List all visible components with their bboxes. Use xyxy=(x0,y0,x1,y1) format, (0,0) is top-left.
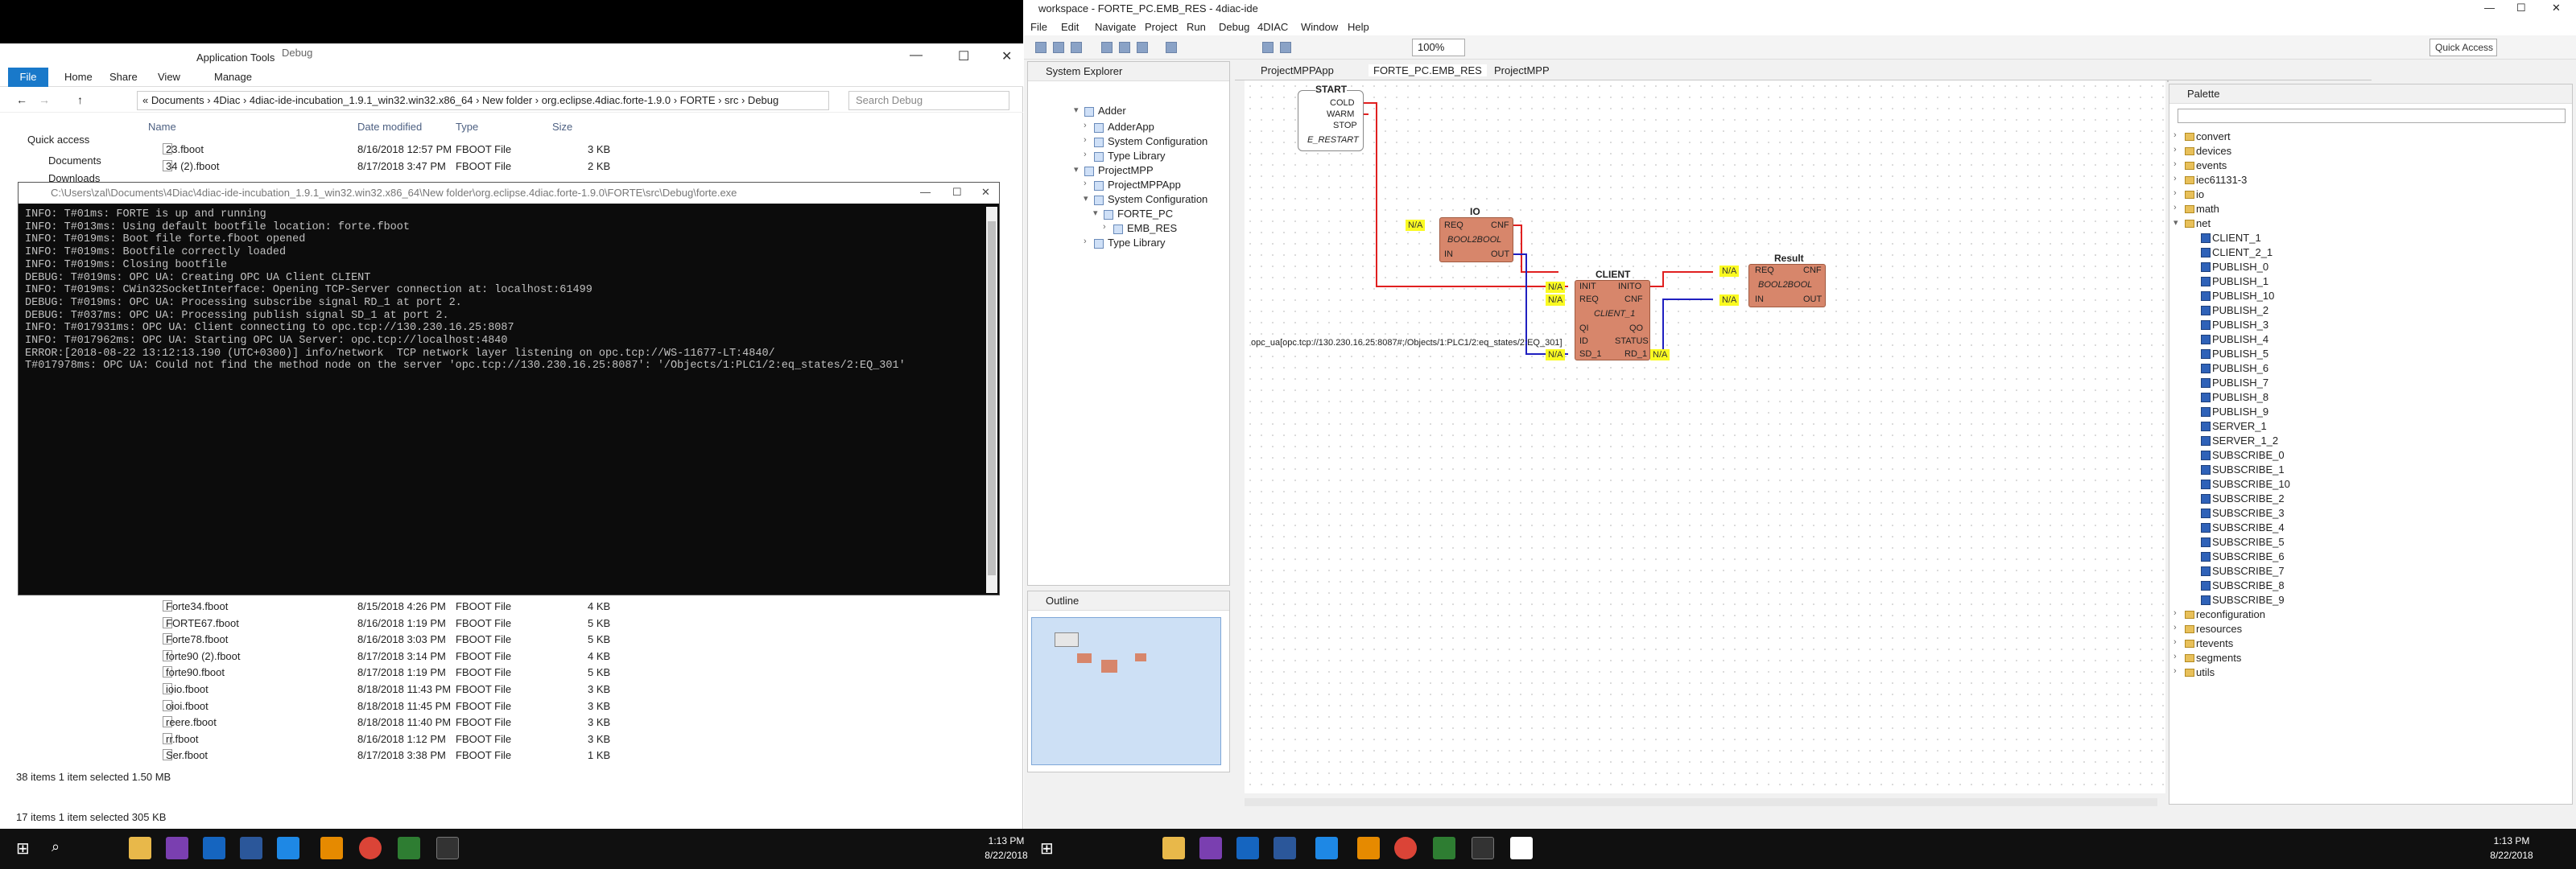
taskbar-app-icon-2[interactable] xyxy=(1433,837,1455,859)
fb-io-out[interactable]: OUT xyxy=(1491,249,1509,259)
taskbar-cmd-icon[interactable] xyxy=(436,837,459,859)
taskbar-chrome-icon-2[interactable] xyxy=(1394,837,1417,859)
clock-time-right[interactable]: 1:13 PM xyxy=(2479,835,2544,846)
taskbar-vs-icon[interactable] xyxy=(166,837,188,859)
taskbar-vscode-icon[interactable] xyxy=(277,837,299,859)
fb-start-type: E_RESTART xyxy=(1307,135,1359,145)
fb-result-type: BOOL2BOOL xyxy=(1758,280,1813,290)
taskbar-word-icon[interactable] xyxy=(240,837,262,859)
fb-client[interactable] xyxy=(1575,280,1650,360)
fb-client-req-value[interactable]: N/A xyxy=(1546,294,1566,306)
taskbar-cmd-icon-2[interactable] xyxy=(1472,837,1494,859)
fb-result-in[interactable]: IN xyxy=(1755,294,1764,304)
fb-client-qo[interactable]: QO xyxy=(1629,323,1643,333)
fb-client-inito[interactable]: INITO xyxy=(1618,282,1641,291)
fb-io-type: BOOL2BOOL xyxy=(1447,235,1502,245)
taskbar-word-icon-2[interactable] xyxy=(1274,837,1296,859)
fb-client-sd1-value[interactable]: N/A xyxy=(1546,349,1566,360)
taskbar-search-icon[interactable]: ⌕ xyxy=(52,838,60,855)
fb-client-req[interactable]: REQ xyxy=(1579,294,1599,304)
fb-result-in-value[interactable]: N/A xyxy=(1719,294,1740,306)
fb-client-sd1[interactable]: SD_1 xyxy=(1579,349,1602,359)
taskbar-4diac-icon-2[interactable] xyxy=(1357,837,1380,859)
fb-result-name: Result xyxy=(1774,253,1804,264)
fb-io-req-value[interactable]: N/A xyxy=(1406,220,1426,231)
taskbar-explorer-icon[interactable] xyxy=(129,837,151,859)
fb-client-id-param[interactable]: opc_ua[opc.tcp://130.230.16.25:8087#;/Ob… xyxy=(1251,338,1563,348)
fb-result-req[interactable]: REQ xyxy=(1755,266,1774,275)
taskbar-explorer-icon-2[interactable] xyxy=(1162,837,1185,859)
connection-lines xyxy=(1364,102,1713,355)
fb-start-port-warm[interactable]: WARM xyxy=(1327,109,1354,119)
fb-client-rd1[interactable]: RD_1 xyxy=(1624,349,1647,359)
fb-io-name: IO xyxy=(1470,206,1480,217)
taskbar-4diac-icon[interactable] xyxy=(320,837,343,859)
taskbar-outlook-icon[interactable] xyxy=(203,837,225,859)
fb-client-init[interactable]: INIT xyxy=(1579,282,1596,291)
fb-client-cnf[interactable]: CNF xyxy=(1624,294,1643,304)
clock-time-left[interactable]: 1:13 PM xyxy=(974,835,1038,846)
taskbar-outlook-icon-2[interactable] xyxy=(1236,837,1259,859)
taskbar-chrome-icon[interactable] xyxy=(359,837,382,859)
fb-result-req-value[interactable]: N/A xyxy=(1719,266,1740,277)
fb-io-in[interactable]: IN xyxy=(1444,249,1453,259)
fb-client-type: CLIENT_1 xyxy=(1594,309,1636,319)
fb-client-init-value[interactable]: N/A xyxy=(1546,282,1566,293)
windows-start-icon[interactable]: ⊞ xyxy=(16,838,30,859)
fb-start-port-stop[interactable]: STOP xyxy=(1333,121,1357,130)
taskbar-app-icon[interactable] xyxy=(398,837,420,859)
fb-client-status[interactable]: STATUS xyxy=(1615,336,1649,346)
clock-date-right[interactable]: 8/22/2018 xyxy=(2479,850,2544,861)
taskbar-notepad-icon-2[interactable] xyxy=(1510,837,1533,859)
fb-client-name: CLIENT xyxy=(1596,269,1631,280)
fb-result-out[interactable]: OUT xyxy=(1803,294,1822,304)
fb-client-qi[interactable]: QI xyxy=(1579,323,1589,333)
fb-io-cnf[interactable]: CNF xyxy=(1491,220,1509,230)
fb-client-rd1-value[interactable]: N/A xyxy=(1650,349,1670,360)
fb-io-req[interactable]: REQ xyxy=(1444,220,1463,230)
windows-start-icon-2[interactable]: ⊞ xyxy=(1040,838,1054,859)
taskbar-vscode-icon-2[interactable] xyxy=(1315,837,1338,859)
fb-start-port-cold[interactable]: COLD xyxy=(1330,98,1355,108)
clock-date-left[interactable]: 8/22/2018 xyxy=(974,850,1038,861)
taskbar-vs-icon-2[interactable] xyxy=(1199,837,1222,859)
fb-client-id[interactable]: ID xyxy=(1579,336,1588,346)
fb-result-cnf[interactable]: CNF xyxy=(1803,266,1822,275)
fb-start-name: START xyxy=(1315,84,1348,95)
